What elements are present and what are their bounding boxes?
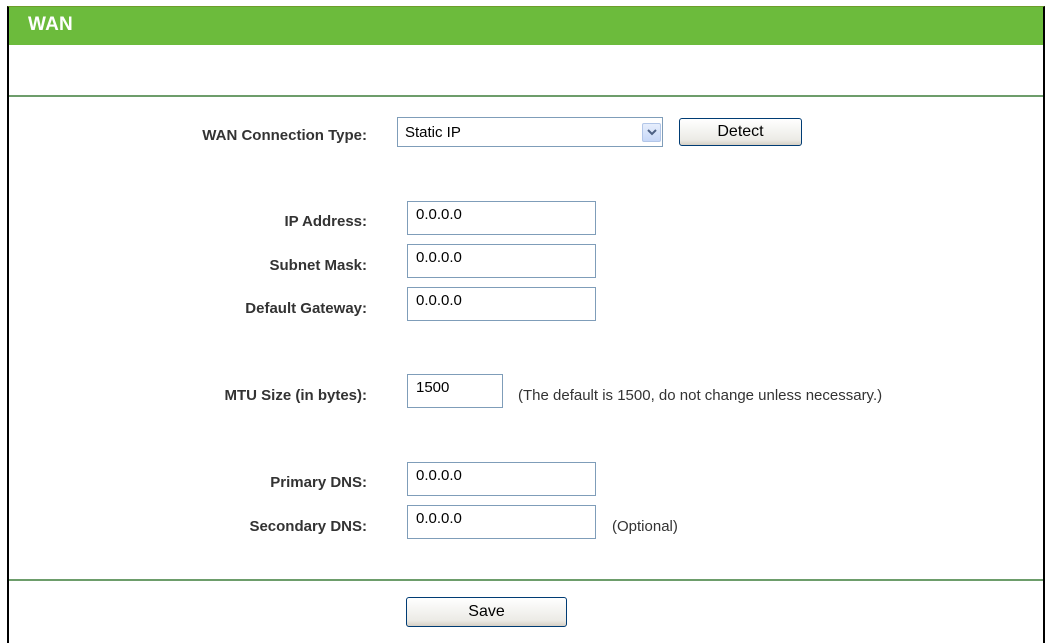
wan-connection-type-value: Static IP — [405, 124, 461, 141]
mtu-size-input[interactable]: 1500 — [407, 374, 503, 408]
secondary-dns-input[interactable]: 0.0.0.0 — [407, 505, 596, 539]
top-divider — [9, 95, 1043, 97]
primary-dns-label: Primary DNS: — [270, 474, 367, 491]
chevron-down-icon[interactable] — [642, 123, 661, 142]
bottom-divider — [9, 579, 1043, 581]
primary-dns-input[interactable]: 0.0.0.0 — [407, 462, 596, 496]
secondary-dns-note: (Optional) — [612, 518, 678, 535]
default-gateway-input[interactable]: 0.0.0.0 — [407, 287, 596, 321]
wan-panel: WAN WAN Connection Type: Static IP Detec… — [7, 6, 1045, 643]
subnet-mask-input[interactable]: 0.0.0.0 — [407, 244, 596, 278]
save-button[interactable]: Save — [406, 597, 567, 627]
ip-address-label: IP Address: — [284, 213, 367, 230]
title-bar: WAN — [9, 7, 1043, 45]
secondary-dns-label: Secondary DNS: — [249, 518, 367, 535]
subnet-mask-label: Subnet Mask: — [269, 257, 367, 274]
wan-connection-type-select[interactable]: Static IP — [397, 117, 663, 147]
detect-button[interactable]: Detect — [679, 118, 802, 146]
ip-address-input[interactable]: 0.0.0.0 — [407, 201, 596, 235]
page-title: WAN — [28, 14, 73, 35]
wan-connection-type-label: WAN Connection Type: — [202, 127, 367, 144]
default-gateway-label: Default Gateway: — [245, 300, 367, 317]
mtu-size-label: MTU Size (in bytes): — [224, 387, 367, 404]
mtu-size-note: (The default is 1500, do not change unle… — [518, 387, 883, 404]
